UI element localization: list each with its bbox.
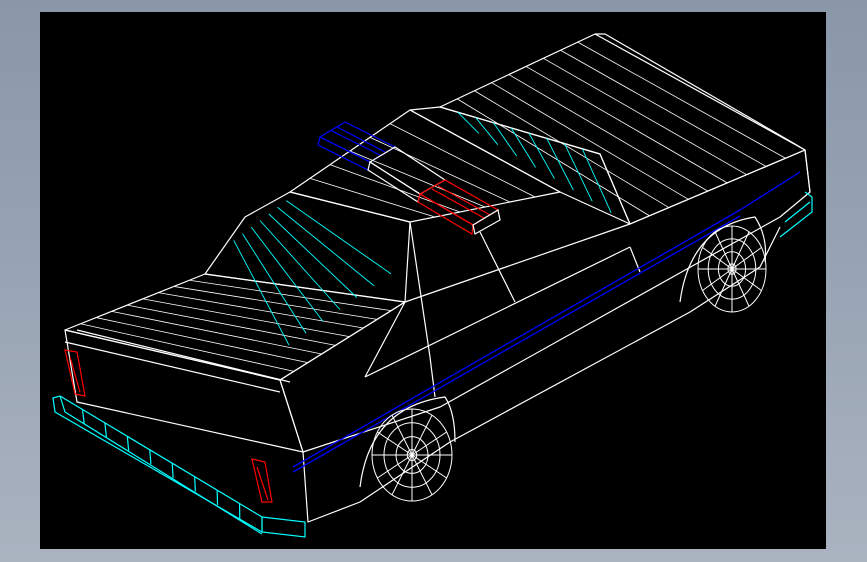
b-pillar	[409, 221, 431, 358]
rear-window	[204, 191, 411, 303]
trunk-lid	[64, 273, 406, 381]
cad-viewport[interactable]	[40, 12, 826, 549]
rear-wheel	[371, 408, 453, 502]
side-stripe	[292, 171, 801, 473]
police-car-wireframe-model	[52, 33, 813, 538]
roof	[289, 109, 561, 223]
front-bumper	[779, 191, 813, 238]
trunk-edge	[76, 329, 291, 383]
windshield	[409, 106, 631, 225]
light-bar	[317, 121, 501, 235]
hood	[439, 33, 806, 225]
c-pillar	[364, 301, 406, 378]
a-pillar	[479, 231, 516, 303]
front-wheel	[697, 225, 767, 313]
rear-bumper	[52, 395, 306, 538]
taillights	[64, 349, 273, 503]
surface-ribs	[80, 41, 786, 372]
mesh-lines	[233, 111, 612, 346]
